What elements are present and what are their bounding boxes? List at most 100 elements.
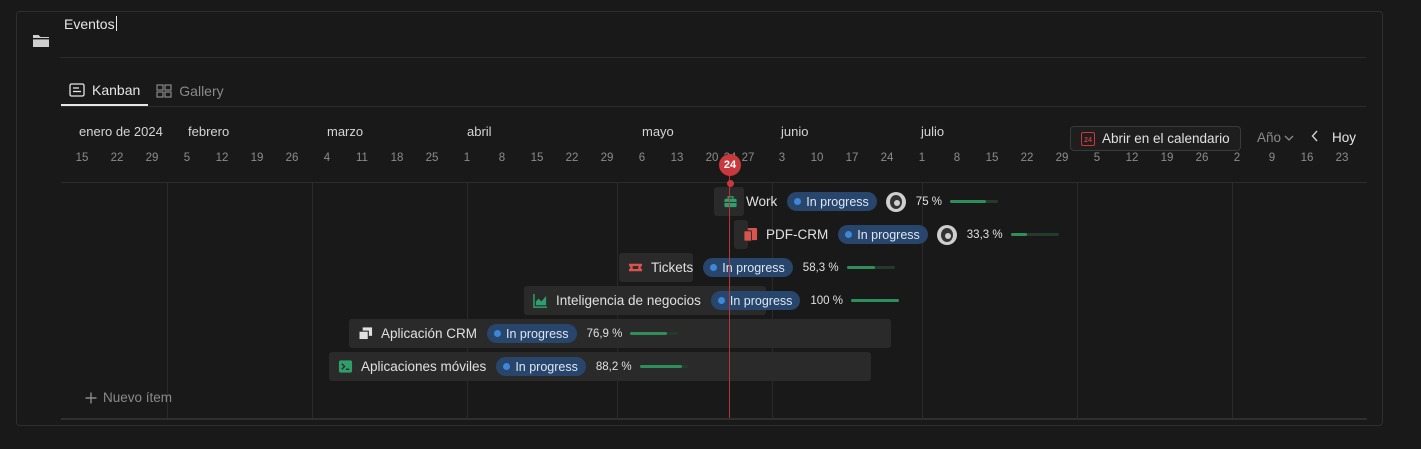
progress-bar-fill <box>846 266 875 269</box>
status-label: In progress <box>806 194 869 209</box>
day-label: 11 <box>356 152 368 164</box>
timeline-item[interactable]: Work In progress 75 % <box>722 187 999 216</box>
item-name: Inteligencia de negocios <box>556 293 701 308</box>
status-label: In progress <box>857 227 920 242</box>
windows-icon <box>357 326 373 342</box>
day-label: 25 <box>425 152 439 164</box>
month-label: junio <box>781 124 809 139</box>
status-label: In progress <box>515 359 578 374</box>
day-label: 5 <box>1093 152 1101 164</box>
view-tabs: Kanban Gallery <box>61 76 232 106</box>
prev-button[interactable] <box>1311 130 1319 142</box>
today-marker-line <box>729 174 730 418</box>
status-badge[interactable]: In progress <box>838 225 928 244</box>
progress-percent: 88,2 % <box>595 360 632 373</box>
day-label: 29 <box>1055 152 1069 164</box>
chevron-down-icon <box>1284 135 1294 141</box>
status-label: In progress <box>722 260 785 275</box>
item-name: Aplicación CRM <box>381 326 478 341</box>
progress-bar <box>630 332 679 335</box>
day-label: 1 <box>918 152 926 164</box>
day-label: 1 <box>463 152 471 164</box>
axis-divider <box>61 182 1367 183</box>
month-label: abril <box>467 124 492 139</box>
page-title[interactable]: Eventos <box>64 16 117 32</box>
day-label: 29 <box>145 152 159 164</box>
timeline-item[interactable]: Inteligencia de negocios In progress 100 % <box>532 286 899 315</box>
day-label: 2 <box>1233 152 1241 164</box>
month-gridline <box>167 183 168 418</box>
status-dot <box>503 363 511 370</box>
calendar-icon: 24 <box>1081 131 1095 146</box>
progress-bar <box>950 200 999 203</box>
terminal-icon <box>337 359 353 375</box>
chart-icon <box>532 293 548 309</box>
day-label: 13 <box>670 152 684 164</box>
status-badge[interactable]: In progress <box>703 258 793 277</box>
new-item-label: Nuevo ítem <box>103 390 173 405</box>
item-name: PDF-CRM <box>766 227 829 242</box>
day-label: 29 <box>600 152 614 164</box>
status-dot <box>845 231 853 238</box>
timeline-item[interactable]: Tickets In progress 58,3 % <box>627 253 895 282</box>
tab-gallery[interactable]: Gallery <box>148 76 231 106</box>
status-badge[interactable]: In progress <box>487 324 577 343</box>
month-gridline <box>467 183 468 418</box>
status-label: In progress <box>729 293 793 308</box>
status-badge[interactable]: In progress <box>710 291 801 310</box>
month-label: febrero <box>188 124 230 139</box>
status-dot <box>794 198 802 205</box>
today-button[interactable]: Hoy <box>1332 130 1356 145</box>
today-marker-badge: 24 <box>719 154 741 176</box>
day-label: 15 <box>75 152 89 164</box>
day-label: 23 <box>1335 152 1349 164</box>
month-gridline <box>1077 183 1078 418</box>
day-label: 30 <box>1365 152 1367 164</box>
progress-bar <box>639 365 688 368</box>
day-label: 5 <box>183 152 191 164</box>
avatar[interactable] <box>885 191 906 212</box>
item-name: Tickets <box>651 260 694 275</box>
today-button-label: Hoy <box>1332 130 1357 145</box>
today-marker-dot <box>727 180 734 187</box>
text-cursor <box>115 16 117 31</box>
timeline-panel: Eventos Kanban Gallery enero de 2024 febr… <box>16 11 1383 426</box>
day-label: 9 <box>1268 152 1276 164</box>
item-name: Work <box>746 194 778 209</box>
kanban-icon <box>69 83 85 97</box>
progress-percent: 75 % <box>915 195 943 208</box>
progress-bar-fill <box>851 299 899 302</box>
day-label: 15 <box>530 152 544 164</box>
range-select-label: Año <box>1257 130 1282 145</box>
day-label: 4 <box>323 152 331 164</box>
header-divider <box>60 57 1366 58</box>
briefcase-icon <box>722 194 738 210</box>
day-label: 3 <box>778 152 786 164</box>
open-calendar-button[interactable]: 24 Abrir en el calendario <box>1070 126 1241 151</box>
tab-kanban[interactable]: Kanban <box>61 76 149 106</box>
status-badge[interactable]: In progress <box>787 192 877 211</box>
range-select[interactable]: Año <box>1257 130 1294 145</box>
progress-percent: 58,3 % <box>802 261 839 274</box>
progress-bar-fill <box>639 365 682 368</box>
progress-bar <box>846 266 895 269</box>
day-label: 17 <box>845 152 859 164</box>
day-label: 10 <box>810 152 824 164</box>
progress-bar-fill <box>630 332 668 335</box>
day-label: 18 <box>390 152 404 164</box>
timeline-item[interactable]: Aplicación CRM In progress 76,9 % <box>357 319 679 348</box>
progress-percent: 76,9 % <box>586 327 623 340</box>
month-gridline <box>922 183 923 418</box>
day-label: 26 <box>1195 152 1209 164</box>
timeline-item[interactable]: Aplicaciones móviles In progress 88,2 % <box>337 352 688 381</box>
item-name: Aplicaciones móviles <box>361 359 487 374</box>
progress-bar-fill <box>950 200 987 203</box>
day-label: 19 <box>1160 152 1174 164</box>
day-label: 22 <box>1020 152 1034 164</box>
timeline-item[interactable]: PDF-CRM In progress 33,3 % <box>742 220 1059 249</box>
panel-header <box>32 28 50 52</box>
new-item-button[interactable]: Nuevo ítem <box>85 390 172 405</box>
day-label: 6 <box>638 152 646 164</box>
status-badge[interactable]: In progress <box>496 357 586 376</box>
avatar[interactable] <box>936 224 957 245</box>
